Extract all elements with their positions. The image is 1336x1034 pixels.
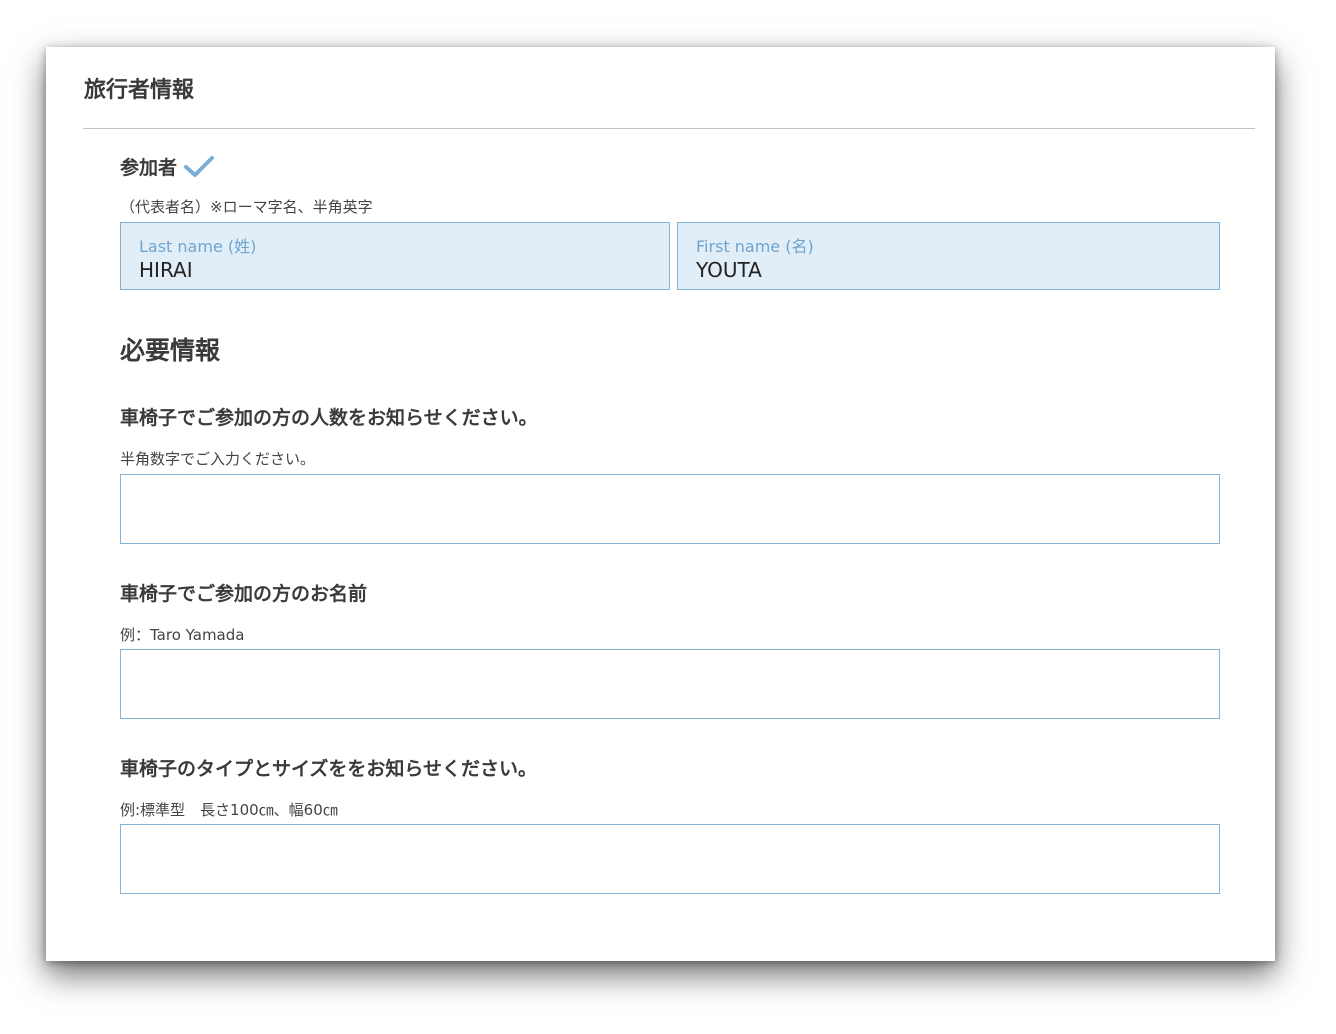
wheelchair-count-title: 車椅子でご参加の方の人数をお知らせください。 xyxy=(120,407,538,429)
wheelchair-type-title: 車椅子のタイプとサイズををお知らせください。 xyxy=(120,758,538,780)
participant-title: 参加者 xyxy=(120,157,178,179)
check-icon xyxy=(183,154,215,180)
first-name-label: First name (名) xyxy=(696,237,814,256)
last-name-value[interactable]: HIRAI xyxy=(139,258,193,282)
first-name-value[interactable]: YOUTA xyxy=(696,258,762,282)
participant-heading: 参加者 xyxy=(120,153,215,180)
last-name-field[interactable]: Last name (姓) HIRAI xyxy=(120,222,670,290)
wheelchair-count-note: 半角数字でご入力ください。 xyxy=(120,450,316,468)
wheelchair-name-input[interactable] xyxy=(120,649,1220,719)
section-title: 旅行者情報 xyxy=(84,78,195,103)
wheelchair-type-note: 例:標準型 長さ100㎝、幅60㎝ xyxy=(120,801,338,819)
wheelchair-type-input[interactable] xyxy=(120,824,1220,894)
required-info-title: 必要情報 xyxy=(120,336,221,365)
section-divider xyxy=(83,128,1255,129)
traveler-info-card: 旅行者情報 参加者 （代表者名）※ローマ字名、半角英字 Last name (姓… xyxy=(46,47,1275,961)
last-name-label: Last name (姓) xyxy=(139,237,257,256)
first-name-field[interactable]: First name (名) YOUTA xyxy=(677,222,1220,290)
wheelchair-name-note: 例：Taro Yamada xyxy=(120,626,245,644)
participant-note: （代表者名）※ローマ字名、半角英字 xyxy=(120,198,373,216)
wheelchair-count-input[interactable] xyxy=(120,474,1220,544)
wheelchair-name-title: 車椅子でご参加の方のお名前 xyxy=(120,583,368,605)
